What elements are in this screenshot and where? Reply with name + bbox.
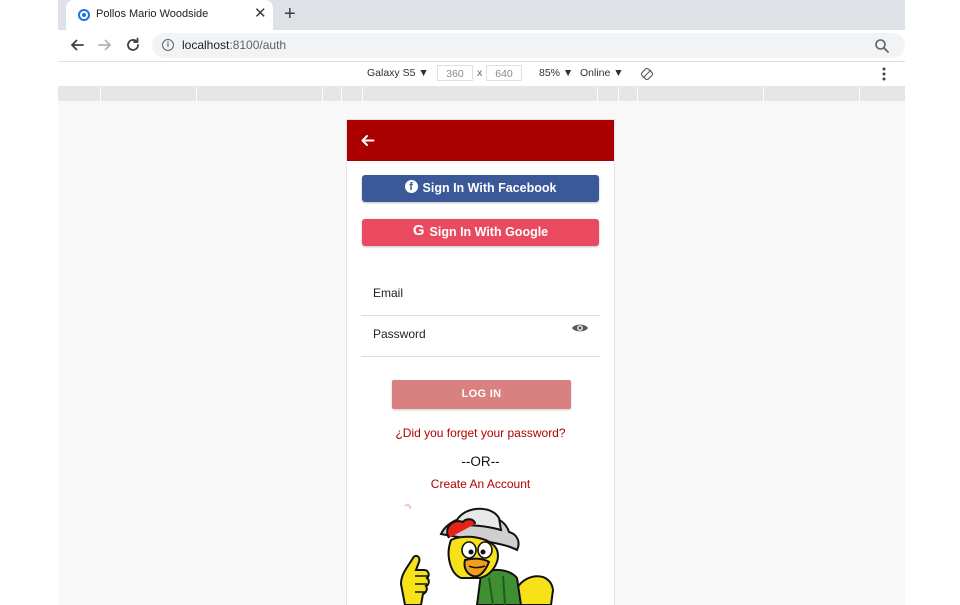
ruler-divider xyxy=(322,87,323,101)
create-account-link[interactable]: Create An Account xyxy=(347,477,614,491)
ruler-divider xyxy=(100,87,101,101)
info-icon[interactable]: i xyxy=(162,39,174,51)
ruler-divider xyxy=(597,87,598,101)
forward-arrow-icon[interactable] xyxy=(96,36,114,54)
login-button[interactable]: LOG IN xyxy=(392,380,571,409)
google-signin-label: Sign In With Google xyxy=(429,225,549,239)
eye-icon[interactable] xyxy=(571,322,589,334)
browser-tab[interactable]: Pollos Mario Woodside ✕ xyxy=(66,0,273,30)
device-height-input[interactable]: 640 xyxy=(486,65,522,81)
url-path: :8100/auth xyxy=(229,38,287,52)
ruler-divider xyxy=(618,87,619,101)
new-tab-button[interactable]: + xyxy=(284,3,296,25)
browser-window: Pollos Mario Woodside ✕ + i localhost:81… xyxy=(58,0,905,605)
tab-close-button[interactable]: ✕ xyxy=(254,5,267,23)
kebab-menu-icon[interactable] xyxy=(882,66,886,82)
back-arrow-icon[interactable] xyxy=(68,36,86,54)
ruler-divider xyxy=(637,87,638,101)
favicon-icon xyxy=(78,9,90,21)
device-select[interactable]: Galaxy S5 ▼ xyxy=(367,67,429,79)
tab-title: Pollos Mario Woodside xyxy=(96,8,209,20)
google-signin-button[interactable]: G Sign In With Google xyxy=(362,219,599,246)
google-icon: G xyxy=(412,222,425,240)
email-label: Email xyxy=(373,286,404,300)
ruler-divider xyxy=(859,87,860,101)
media-query-bar[interactable] xyxy=(58,87,905,101)
app-header xyxy=(347,120,614,161)
reload-icon[interactable] xyxy=(124,36,142,54)
device-width-input[interactable]: 360 xyxy=(437,65,473,81)
ruler-divider xyxy=(196,87,197,101)
zoom-select[interactable]: 85% ▼ xyxy=(539,67,573,79)
dimension-separator: x xyxy=(477,67,483,79)
url-host: localhost xyxy=(182,38,230,52)
browser-toolbar: i localhost:8100/auth xyxy=(58,30,905,62)
facebook-signin-label: Sign In With Facebook xyxy=(422,181,557,195)
ruler-divider xyxy=(362,87,363,101)
url-text[interactable]: localhost:8100/auth xyxy=(182,38,286,52)
device-toolbar: Galaxy S5 ▼ 360 x 640 85% ▼ Online ▼ xyxy=(58,62,905,87)
magnifier-icon[interactable] xyxy=(874,38,890,54)
rotate-icon[interactable] xyxy=(640,67,654,81)
password-field[interactable]: Password xyxy=(361,314,600,357)
email-field[interactable]: Email xyxy=(361,273,600,316)
facebook-signin-button[interactable]: f Sign In With Facebook xyxy=(362,175,599,202)
facebook-icon: f xyxy=(404,180,418,194)
tab-strip: Pollos Mario Woodside ✕ + xyxy=(58,0,905,30)
password-label: Password xyxy=(373,327,426,341)
network-select[interactable]: Online ▼ xyxy=(580,67,624,79)
or-separator: --OR-- xyxy=(461,454,500,469)
device-viewport: f Sign In With Facebook G Sign In With Goo… xyxy=(347,120,614,605)
ruler-divider xyxy=(341,87,342,101)
chicken-mascot-image xyxy=(399,504,555,605)
address-bar[interactable]: i localhost:8100/auth xyxy=(152,33,905,58)
forgot-password-link[interactable]: ¿Did you forget your password? xyxy=(347,426,614,440)
back-arrow-icon[interactable] xyxy=(360,133,375,148)
ruler-divider xyxy=(763,87,764,101)
